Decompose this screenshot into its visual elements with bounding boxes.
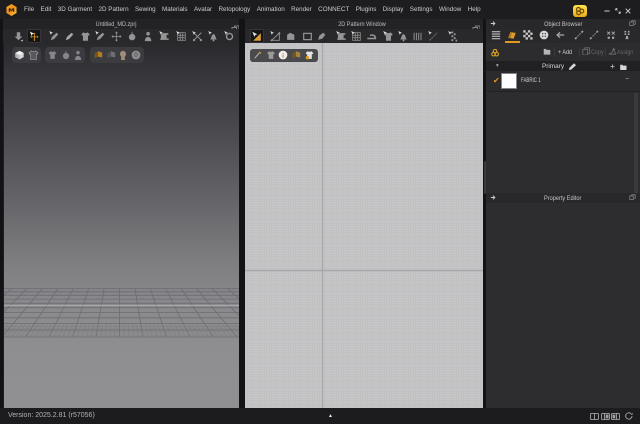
svg-text:i: i (283, 52, 285, 59)
svg-text:0: 0 (134, 52, 138, 59)
